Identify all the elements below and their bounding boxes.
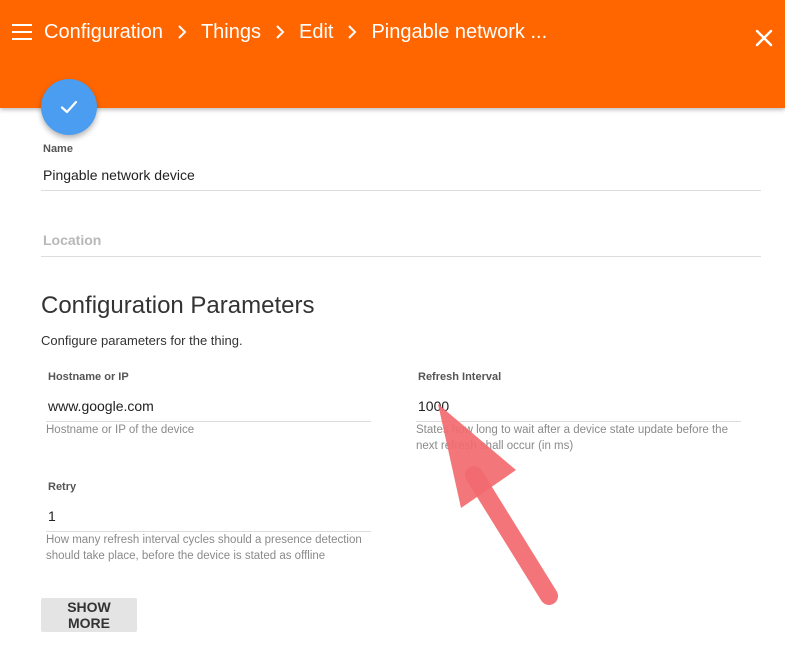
hostname-help: Hostname or IP of the device	[46, 424, 195, 436]
refresh-interval-help-line2: next refresh shall occur (in ms)	[416, 440, 574, 452]
chevron-right-icon	[348, 25, 357, 39]
refresh-interval-help-line1: States how long to wait after a device s…	[416, 424, 728, 436]
retry-field[interactable]: 1	[48, 508, 56, 524]
breadcrumb-things[interactable]: Things	[201, 21, 261, 44]
name-label: Name	[43, 143, 73, 155]
menu-icon[interactable]	[12, 24, 32, 40]
retry-label: Retry	[48, 481, 77, 493]
breadcrumb: Configuration Things Edit Pingable netwo…	[44, 18, 547, 46]
show-more-button[interactable]: SHOW MORE	[41, 598, 137, 632]
chevron-right-icon	[276, 25, 285, 39]
section-description: Configure parameters for the thing.	[41, 333, 243, 348]
app-header: Configuration Things Edit Pingable netwo…	[0, 0, 785, 108]
hostname-label: Hostname or IP	[48, 371, 129, 383]
hostname-field[interactable]: www.google.com	[48, 398, 154, 414]
close-icon[interactable]	[753, 27, 775, 49]
name-field[interactable]: Pingable network device	[43, 167, 195, 183]
refresh-interval-field[interactable]: 1000	[418, 398, 449, 414]
refresh-interval-label: Refresh Interval	[418, 371, 502, 383]
location-field-underline	[41, 256, 761, 257]
name-field-underline	[41, 190, 761, 191]
chevron-right-icon	[178, 25, 187, 39]
retry-help-line1: How many refresh interval cycles should …	[46, 534, 362, 546]
retry-help-line2: should take place, before the device is …	[46, 550, 326, 562]
save-fab-button[interactable]	[41, 79, 97, 135]
breadcrumb-thing-name: Pingable network ...	[371, 20, 548, 43]
breadcrumb-configuration[interactable]: Configuration	[44, 21, 163, 44]
check-icon	[60, 100, 78, 114]
breadcrumb-edit[interactable]: Edit	[299, 21, 333, 44]
location-field[interactable]: Location	[43, 232, 101, 248]
section-title: Configuration Parameters	[41, 292, 315, 319]
